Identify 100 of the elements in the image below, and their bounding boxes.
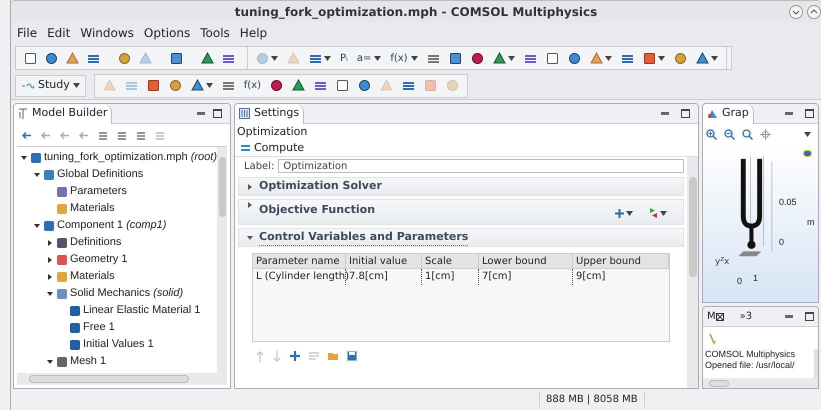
menu-item[interactable]: File [15, 24, 40, 42]
tree-item[interactable]: Materials [70, 268, 115, 285]
settings-tab[interactable]: Settings [235, 104, 304, 124]
expand-arrow-icon[interactable] [34, 222, 40, 228]
menu-item[interactable]: Help [238, 24, 270, 42]
tree-item[interactable]: Initial Values 1 [83, 336, 154, 353]
model-builder-tab[interactable]: Model Builder [14, 104, 112, 124]
arrow-icon[interactable] [22, 130, 32, 140]
caret-icon [604, 56, 612, 60]
horizontal-scrollbar[interactable] [703, 378, 818, 388]
axis-tick-label: 0.05 [779, 196, 797, 209]
toolbar-button[interactable]: f(x) [386, 48, 422, 68]
flag-button[interactable] [649, 208, 667, 218]
list-icon[interactable] [98, 130, 108, 140]
axis-unit-label: m [807, 216, 814, 229]
maximize-icon[interactable] [805, 312, 814, 321]
tree-item[interactable]: Solid Mechanics (solid) [70, 285, 184, 302]
study-button[interactable]: Study [15, 74, 86, 96]
tree-item[interactable]: Mesh 1 [70, 353, 106, 370]
maximize-icon[interactable] [805, 109, 814, 118]
zoom-extents-icon[interactable] [760, 128, 771, 140]
vertical-scrollbar[interactable] [814, 349, 818, 378]
node-icon [57, 186, 67, 196]
tool-icon [139, 52, 152, 64]
menu-item[interactable]: Options [142, 24, 192, 42]
collapse-arrow-icon[interactable] [47, 240, 53, 246]
collapse-arrow-icon[interactable] [47, 274, 53, 280]
horizontal-scrollbar[interactable] [17, 373, 227, 385]
window-title: tuning_fork_optimization.mph - COMSOL Multiphysics [234, 4, 598, 20]
caret-icon [804, 132, 811, 136]
tool-icon [358, 79, 372, 92]
menu-item[interactable]: Edit [45, 24, 72, 42]
add-button[interactable] [615, 208, 633, 218]
vertical-scrollbar[interactable] [687, 157, 698, 388]
collapse-arrow-icon[interactable] [47, 256, 53, 262]
node-icon [44, 220, 54, 230]
broom-icon[interactable] [709, 333, 717, 345]
axis-tick-label: 1 [753, 272, 758, 285]
tree-item[interactable]: Free 1 [83, 319, 115, 336]
settings-icon [239, 108, 250, 119]
toolbar-button[interactable]: Pᵢ [336, 48, 352, 68]
tool-icon [201, 52, 214, 64]
expand-arrow-icon[interactable] [47, 358, 53, 364]
tool-icon [402, 79, 416, 92]
tool-icon [66, 52, 79, 64]
more-tabs-indicator[interactable]: »3 [740, 309, 752, 324]
caret-icon [710, 56, 718, 60]
node-icon [44, 170, 54, 180]
expand-arrow-icon[interactable] [34, 172, 40, 178]
column-header: Upper bound [573, 254, 669, 268]
tool-icon [45, 52, 58, 64]
tree-item[interactable]: Linear Elastic Material 1 [83, 302, 200, 319]
zoom-out-icon[interactable] [724, 128, 735, 140]
graphics-tab[interactable]: Grap [703, 104, 754, 124]
node-icon [70, 340, 80, 350]
caret-icon [660, 210, 667, 216]
maximize-button[interactable] [807, 5, 821, 19]
messages-tab[interactable]: M [703, 309, 728, 324]
section-header[interactable]: Objective Function [238, 199, 684, 225]
zoom-box-icon[interactable] [742, 128, 753, 140]
expanded-arrow-icon [247, 234, 253, 240]
tree-item[interactable]: Parameters [70, 183, 127, 200]
list-icon[interactable] [136, 130, 146, 140]
tool-icon [642, 52, 656, 64]
tree-item[interactable]: Definitions [70, 234, 122, 251]
section-header[interactable]: Control Variables and Parameters [238, 228, 684, 247]
add-icon[interactable] [290, 351, 300, 361]
tool-icon [380, 79, 394, 92]
tool-icon [590, 52, 603, 64]
tool-icon [146, 79, 160, 92]
tree-item[interactable]: Global Definitions [57, 166, 144, 183]
label-field[interactable]: Optimization [278, 159, 684, 173]
tree-item[interactable]: tuning_fork_optimization.mph (root) [44, 149, 217, 166]
caret-icon [72, 83, 80, 88]
tool-icon [314, 79, 328, 92]
menu-item[interactable]: Windows [78, 24, 136, 42]
compute-button[interactable]: Compute [235, 140, 310, 156]
tool-icon [674, 52, 687, 64]
menu-item[interactable]: Tools [198, 24, 232, 42]
close-icon[interactable] [716, 312, 724, 320]
tool-icon [256, 52, 269, 64]
toolbar-button[interactable]: a= [352, 48, 386, 68]
tree-item[interactable]: Geometry 1 [70, 251, 128, 268]
expand-arrow-icon[interactable] [20, 154, 27, 160]
toolbar-button[interactable]: f(x) [240, 76, 266, 96]
tool-icon [118, 52, 131, 64]
tree-item[interactable]: Materials [70, 200, 115, 217]
zoom-in-icon[interactable] [706, 128, 717, 140]
expand-arrow-icon[interactable] [47, 290, 53, 296]
vertical-scrollbar[interactable] [217, 147, 227, 373]
caret-icon [271, 56, 278, 60]
minimize-button[interactable] [789, 5, 803, 19]
tree-item[interactable]: Component 1 (comp1) [57, 217, 166, 234]
section-header[interactable]: Optimization Solver [238, 177, 684, 196]
save-icon[interactable] [347, 351, 357, 361]
axis-tick-label: 0 [779, 236, 784, 249]
list-icon[interactable] [117, 130, 127, 140]
tree-icon [18, 108, 28, 119]
maximize-icon[interactable] [681, 109, 690, 118]
maximize-icon[interactable] [213, 109, 222, 118]
